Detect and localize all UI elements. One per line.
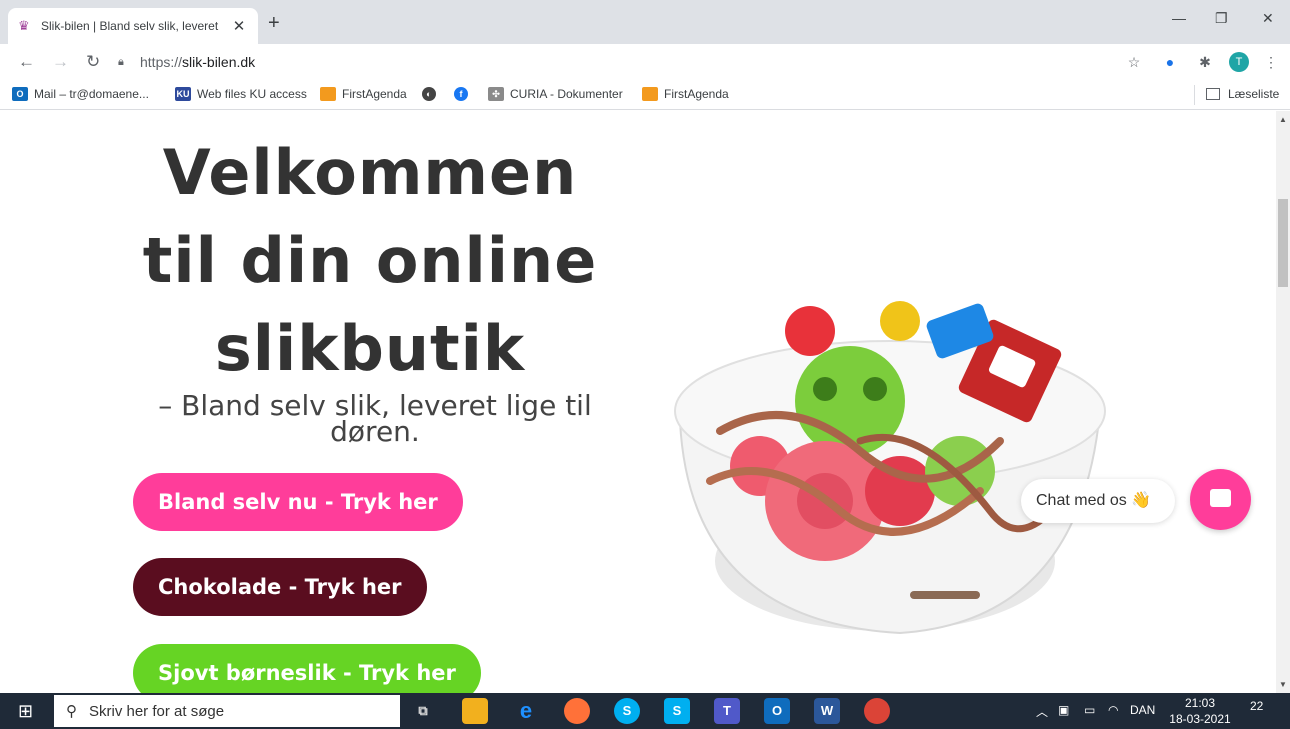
back-icon[interactable]: ← xyxy=(18,52,35,72)
bookmark-star-icon[interactable]: ☆ xyxy=(1125,53,1143,71)
bookmark-firstagenda-2[interactable]: FirstAgenda xyxy=(642,87,729,101)
skype-icon[interactable]: S xyxy=(614,698,640,724)
tab-title: Slik-bilen | Bland selv slik, leveret xyxy=(41,19,219,33)
battery-icon[interactable]: ▭ xyxy=(1084,703,1095,717)
bookmarks-bar: O Mail – tr@domaene... KU Web files KU a… xyxy=(0,80,1290,110)
clock-time: 21:03 xyxy=(1184,696,1216,710)
taskbar-clock[interactable]: 21:03 18-03-2021 xyxy=(1168,695,1232,727)
reading-list-label: Læseliste xyxy=(1228,87,1280,101)
address-bar[interactable]: 🔒︎ https://slik-bilen.dk xyxy=(112,49,1152,75)
menu-kebab-icon[interactable]: ⋮ xyxy=(1262,53,1280,71)
minimize-icon[interactable]: — xyxy=(1172,10,1186,26)
bookmark-facebook[interactable]: f xyxy=(454,87,474,101)
reload-icon[interactable]: ↻ xyxy=(86,52,100,72)
language-indicator[interactable]: DAN xyxy=(1130,703,1155,717)
firstagenda-icon xyxy=(642,87,658,101)
lock-icon: 🔒︎ xyxy=(118,56,124,68)
internet-explorer-icon[interactable]: e xyxy=(513,698,539,724)
scroll-down-icon[interactable]: ▼ xyxy=(1279,680,1287,689)
wifi-icon[interactable]: ◠ xyxy=(1108,703,1118,717)
new-tab-button[interactable]: + xyxy=(268,13,280,33)
windows-start-icon[interactable]: ⊞ xyxy=(18,701,33,721)
browser-tab[interactable]: ♛ Slik-bilen | Bland selv slik, leveret … xyxy=(8,8,258,44)
bookmark-label: FirstAgenda xyxy=(664,87,729,101)
bookmark-label: CURIA - Dokumenter xyxy=(510,87,623,101)
hero-headline: Velkommen til din online slikbutik xyxy=(142,136,598,385)
reading-list-button[interactable]: Læseliste xyxy=(1206,87,1279,101)
file-explorer-icon[interactable] xyxy=(462,698,488,724)
scroll-up-icon[interactable]: ▲ xyxy=(1279,115,1287,124)
bookmark-ku[interactable]: KU Web files KU access xyxy=(175,87,307,101)
hero-subheadline: – Bland selv slik, leveret lige til døre… xyxy=(158,389,592,448)
bookmark-label: Mail – tr@domaene... xyxy=(34,87,149,101)
site-favicon-icon: ♛ xyxy=(18,18,30,33)
windows-taskbar: ⊞ ⚲ Skriv her for at søge ⧉ e S S T O W … xyxy=(0,693,1290,729)
reading-list-icon xyxy=(1206,88,1220,100)
bookmark-mail[interactable]: O Mail – tr@domaene... xyxy=(12,87,149,101)
search-icon: ⚲ xyxy=(66,703,77,720)
bookmark-divider xyxy=(1194,85,1195,105)
bookmark-curia[interactable]: ✣ CURIA - Dokumenter xyxy=(488,87,623,101)
globe-icon: ◐ xyxy=(422,87,436,101)
notification-count: 22 xyxy=(1250,699,1264,713)
extension-shield-icon[interactable]: ● xyxy=(1161,53,1179,71)
close-window-icon[interactable]: ✕ xyxy=(1262,10,1274,27)
page-viewport: Velkommen til din online slikbutik – Bla… xyxy=(0,111,1276,693)
scrollbar-thumb[interactable] xyxy=(1278,199,1288,287)
extensions-puzzle-icon[interactable]: ✱ xyxy=(1196,53,1214,71)
browser-tabstrip: ♛ Slik-bilen | Bland selv slik, leveret … xyxy=(0,0,1290,44)
chat-label[interactable]: Chat med os 👋 xyxy=(1021,479,1175,523)
outlook-taskbar-icon[interactable]: O xyxy=(764,698,790,724)
tab-close-icon[interactable]: ✕ xyxy=(230,17,248,35)
bookmark-label: Web files KU access xyxy=(197,87,307,101)
skype-business-icon[interactable]: S xyxy=(664,698,690,724)
chat-bubble-icon xyxy=(1210,489,1231,507)
bookmark-firstagenda[interactable]: FirstAgenda xyxy=(320,87,407,101)
clock-date: 18-03-2021 xyxy=(1169,712,1231,726)
forward-icon[interactable]: → xyxy=(52,52,69,72)
task-view-icon[interactable]: ⧉ xyxy=(410,698,436,724)
bookmark-label: FirstAgenda xyxy=(342,87,407,101)
candy-bowl-image xyxy=(660,261,1120,641)
browser-toolbar: ← → ↻ 🔒︎ https://slik-bilen.dk ☆ ● ✱ ⋮ xyxy=(0,44,1290,80)
firefox-icon[interactable] xyxy=(564,698,590,724)
mix-yourself-button[interactable]: Bland selv nu - Tryk her xyxy=(133,473,463,531)
facebook-icon: f xyxy=(454,87,468,101)
chat-button[interactable] xyxy=(1190,469,1251,530)
page-scrollbar[interactable]: ▲ ▼ xyxy=(1276,111,1290,693)
url-scheme: https:// xyxy=(140,54,183,70)
profile-avatar[interactable]: T xyxy=(1229,52,1249,72)
bookmark-globe[interactable]: ◐ xyxy=(422,87,442,101)
chrome-icon[interactable] xyxy=(864,698,890,724)
search-placeholder: Skriv her for at søge xyxy=(89,702,225,720)
word-icon[interactable]: W xyxy=(814,698,840,724)
teams-icon[interactable]: T xyxy=(714,698,740,724)
tray-app-icon[interactable]: ▣ xyxy=(1058,703,1069,717)
firstagenda-icon xyxy=(320,87,336,101)
curia-icon: ✣ xyxy=(488,87,504,101)
restore-icon[interactable]: ❐ xyxy=(1215,10,1228,27)
notification-center-icon[interactable]: 22 xyxy=(1250,699,1263,713)
tray-chevron-icon[interactable]: ︿ xyxy=(1036,703,1048,720)
chocolate-button[interactable]: Chokolade - Tryk her xyxy=(133,558,427,616)
ku-icon: KU xyxy=(175,87,191,101)
kids-candy-button[interactable]: Sjovt børneslik - Tryk her xyxy=(133,644,481,693)
taskbar-search[interactable]: ⚲ Skriv her for at søge xyxy=(54,695,400,727)
outlook-icon: O xyxy=(12,87,28,101)
url-host: slik-bilen.dk xyxy=(182,54,256,70)
